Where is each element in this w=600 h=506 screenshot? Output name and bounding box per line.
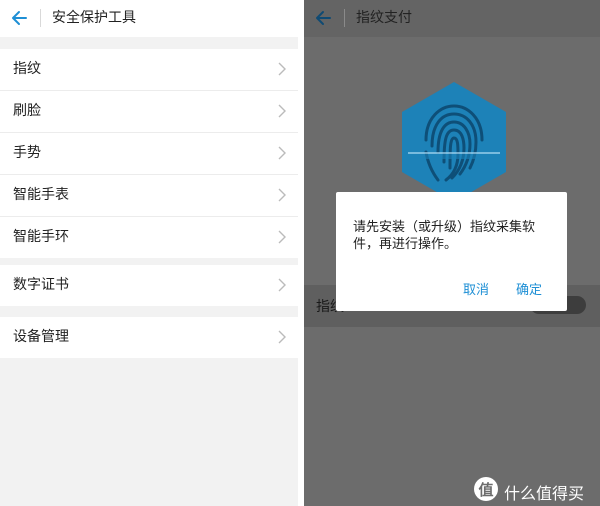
app-header: 安全保护工具 [0,0,298,37]
list-item-fingerprint[interactable]: 指纹 [0,49,298,91]
list-item-label: 智能手环 [13,229,69,245]
watermark-text: 什么值得买 [504,484,585,503]
list-item-smartband[interactable]: 智能手环 [0,217,298,258]
confirm-button[interactable]: 确定 [516,279,542,298]
fingerprint-icon [402,82,506,202]
list-item-label: 数字证书 [13,277,69,293]
list-item-label: 指纹 [13,61,41,77]
header-divider [40,9,41,27]
certificate-group: 数字证书 [0,265,298,306]
back-arrow-icon[interactable] [10,8,30,28]
chevron-right-icon [278,188,286,202]
list-item-label: 智能手表 [13,187,69,203]
page-title: 指纹支付 [356,10,412,26]
security-tools-screen: 安全保护工具 指纹 刷脸 手势 智能手表 智能手环 数字证书 设备管理 [0,0,298,506]
page-title: 安全保护工具 [52,10,136,26]
list-item-label: 刷脸 [13,103,41,119]
install-prompt-dialog: 请先安装（或升级）指纹采集软件，再进行操作。 取消 确定 [336,192,567,311]
list-item-gesture[interactable]: 手势 [0,133,298,175]
chevron-right-icon [278,104,286,118]
list-item-smartwatch[interactable]: 智能手表 [0,175,298,217]
watermark-logo: 值 [474,477,498,501]
fingerprint-payment-screen: 指纹支付 指纹 请先安装（或升级）指纹采集软件，再进行操作。 取消 确定 值 什… [304,0,600,506]
list-item-label: 手势 [13,145,41,161]
auth-methods-group: 指纹 刷脸 手势 智能手表 智能手环 [0,49,298,258]
cancel-button[interactable]: 取消 [463,279,489,298]
device-group: 设备管理 [0,317,298,358]
dialog-message: 请先安装（或升级）指纹采集软件，再进行操作。 [353,220,536,252]
chevron-right-icon [278,278,286,292]
chevron-right-icon [278,146,286,160]
back-arrow-icon[interactable] [314,8,334,28]
list-item-device-management[interactable]: 设备管理 [0,317,298,358]
app-header: 指纹支付 [304,0,600,37]
chevron-right-icon [278,62,286,76]
header-divider [344,9,345,27]
list-item-face[interactable]: 刷脸 [0,91,298,133]
list-item-digital-certificate[interactable]: 数字证书 [0,265,298,306]
chevron-right-icon [278,230,286,244]
list-item-label: 设备管理 [13,329,69,345]
chevron-right-icon [278,330,286,344]
